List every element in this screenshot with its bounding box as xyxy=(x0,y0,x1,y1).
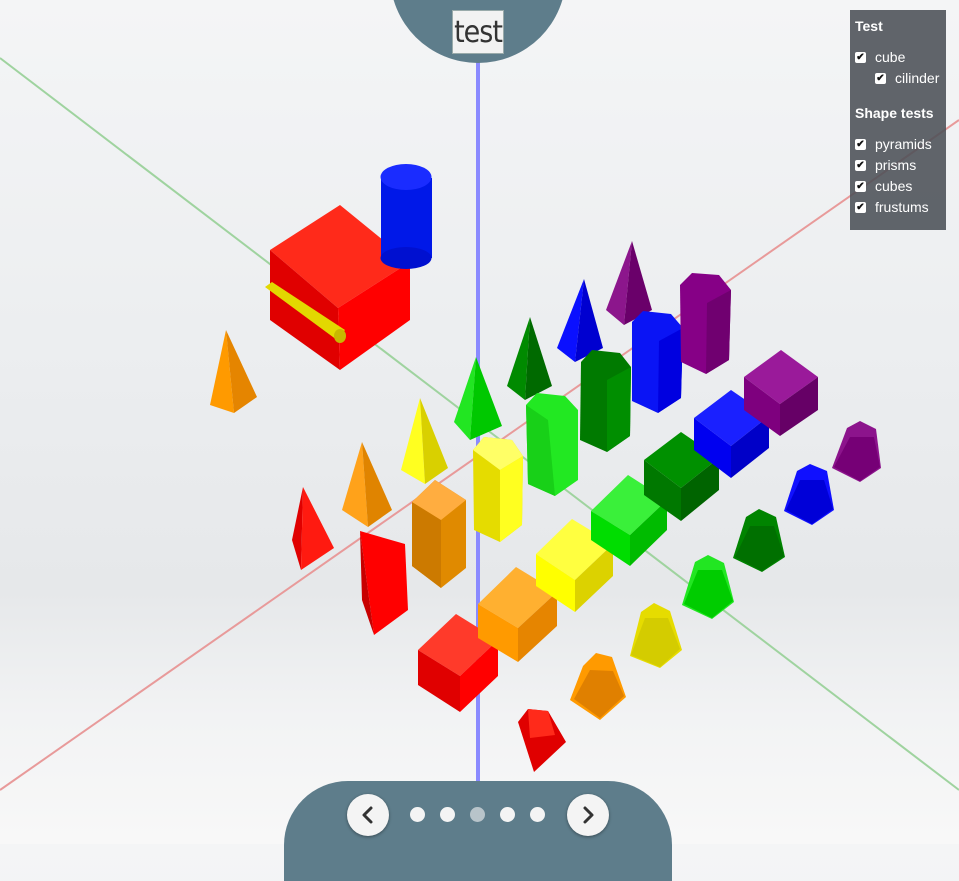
page-dot-3[interactable] xyxy=(470,807,485,822)
option-pyramids[interactable]: ✔ pyramids xyxy=(855,136,932,152)
option-label: frustums xyxy=(875,199,929,215)
page-dot-2[interactable] xyxy=(440,807,455,822)
checkbox-prisms[interactable]: ✔ xyxy=(855,159,866,171)
options-panel: Test ✔ cube ✔ cilinder Shape tests ✔ pyr… xyxy=(850,10,946,230)
page-title: test xyxy=(452,10,504,54)
blue-cylinder xyxy=(380,164,432,269)
option-cubes[interactable]: ✔ cubes xyxy=(855,178,912,194)
option-label: cubes xyxy=(875,178,913,194)
checkbox-frustums[interactable]: ✔ xyxy=(855,201,866,213)
option-cilinder[interactable]: ✔ cilinder xyxy=(875,70,939,86)
group-title-test: Test xyxy=(855,18,883,34)
next-button[interactable] xyxy=(567,794,609,836)
page-dot-4[interactable] xyxy=(500,807,515,822)
option-cube[interactable]: ✔ cube xyxy=(855,49,905,65)
checkbox-pyramids[interactable]: ✔ xyxy=(855,138,866,150)
3d-viewport[interactable] xyxy=(0,0,959,844)
option-label: prisms xyxy=(875,157,917,173)
orange-pyramid-lone xyxy=(210,330,257,413)
option-frustums[interactable]: ✔ frustums xyxy=(855,199,929,215)
chevron-left-icon xyxy=(362,806,373,824)
option-prisms[interactable]: ✔ prisms xyxy=(855,157,916,173)
checkbox-cilinder[interactable]: ✔ xyxy=(875,72,886,84)
option-label: cilinder xyxy=(895,70,940,86)
page-dot-5[interactable] xyxy=(530,807,545,822)
checkbox-cubes[interactable]: ✔ xyxy=(855,180,866,192)
checkbox-cube[interactable]: ✔ xyxy=(855,51,866,63)
pager-bar xyxy=(284,781,672,881)
prev-button[interactable] xyxy=(347,794,389,836)
chevron-right-icon xyxy=(583,806,594,824)
option-label: cube xyxy=(875,49,906,65)
option-label: pyramids xyxy=(875,136,932,152)
group-title-shape-tests: Shape tests xyxy=(855,105,934,121)
page-dot-1[interactable] xyxy=(410,807,425,822)
